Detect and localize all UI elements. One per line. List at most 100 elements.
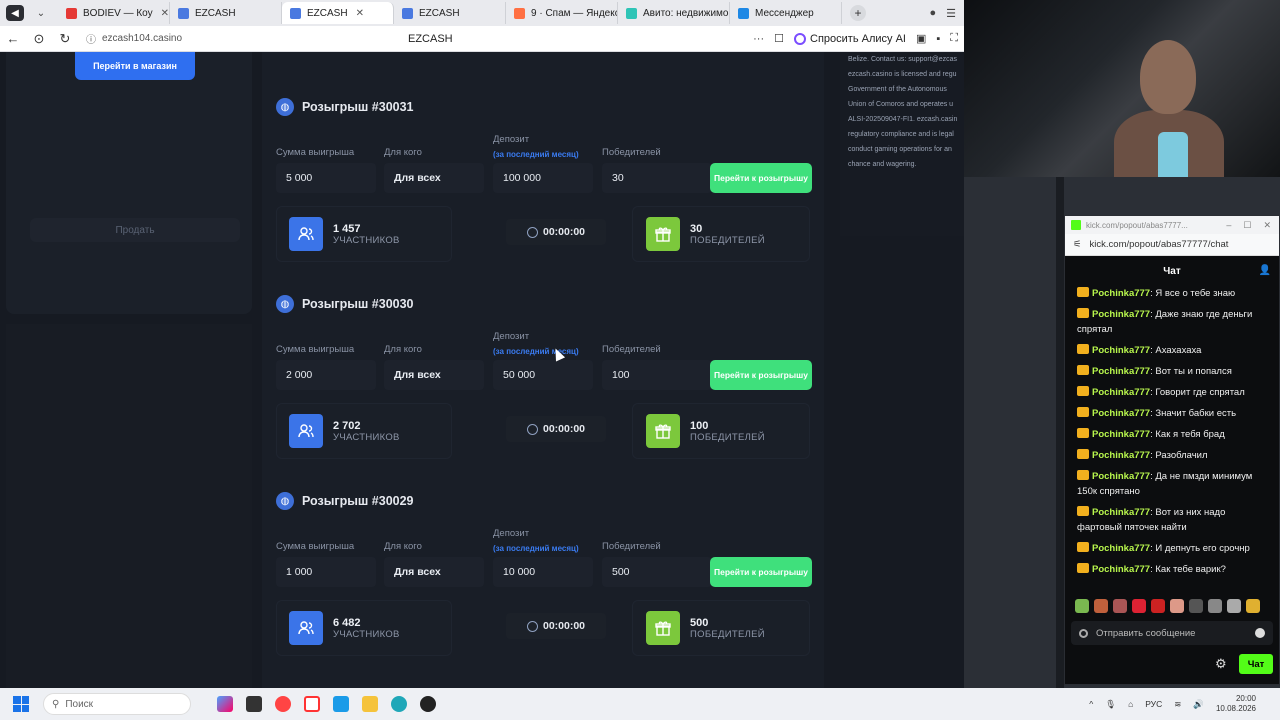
chat-username[interactable]: Pochinka777 xyxy=(1092,543,1150,554)
tab-favicon-icon xyxy=(626,7,637,19)
taskbar-search[interactable]: ⚲ Поиск xyxy=(43,693,191,715)
task-view-icon[interactable] xyxy=(246,696,262,712)
go-to-draw-button[interactable]: Перейти к розыгрышу xyxy=(710,163,812,193)
emote-icon[interactable] xyxy=(1189,599,1203,613)
license-line: Belize. Contact us: support@ezcas xyxy=(848,56,958,63)
browser-tab[interactable]: 9 · Спам — Яндекс П xyxy=(506,2,618,24)
tab-close-icon[interactable]: ✕ xyxy=(356,8,364,19)
alice-icon xyxy=(794,32,807,45)
users-icon xyxy=(289,217,323,251)
emote-icon[interactable] xyxy=(1075,599,1089,613)
chat-username[interactable]: Pochinka777 xyxy=(1092,450,1150,461)
copilot-icon[interactable] xyxy=(217,696,233,712)
maximize-icon[interactable]: ☐ xyxy=(1243,220,1251,231)
site-info-icon[interactable]: ⓘ xyxy=(86,31,96,46)
microphone-icon[interactable]: 🎙 xyxy=(1105,699,1116,710)
emote-icon[interactable] xyxy=(1208,599,1222,613)
tab-favicon-icon xyxy=(738,7,749,19)
browser-tab[interactable]: BODIEV — Коу ✕ xyxy=(58,2,170,24)
draw-header: ◍ Розыгрыш #30031 xyxy=(276,98,414,116)
app-icon[interactable] xyxy=(333,696,349,712)
close-icon[interactable]: ✕ xyxy=(1263,220,1271,231)
chat-username[interactable]: Pochinka777 xyxy=(1092,366,1150,377)
language-indicator[interactable]: РУС xyxy=(1145,699,1162,709)
minimize-icon[interactable]: – xyxy=(1226,220,1231,231)
url-field[interactable]: ⓘ ezcash104.casino xyxy=(86,31,182,46)
participants-stat: 2 702 УЧАСТНИКОВ xyxy=(289,406,400,456)
emote-icon[interactable] xyxy=(1113,599,1127,613)
chat-username[interactable]: Pochinka777 xyxy=(1092,309,1150,320)
record-icon[interactable] xyxy=(1079,628,1088,638)
bookmark-icon[interactable]: ☐ xyxy=(774,32,784,45)
url-text[interactable]: ezcash104.casino xyxy=(102,33,182,44)
prize-value: 1 000 xyxy=(276,557,376,587)
chat-input-placeholder[interactable]: Отправить сообщение xyxy=(1096,628,1195,639)
extension-icon[interactable]: ▣ xyxy=(916,32,926,45)
go-to-draw-button[interactable]: Перейти к розыгрышу xyxy=(710,557,812,587)
sell-button[interactable]: Продать xyxy=(30,218,240,242)
browser-tab[interactable]: EZCASH xyxy=(394,2,506,24)
tab-sync-icon[interactable]: ● xyxy=(929,7,936,19)
edge-icon[interactable] xyxy=(391,696,407,712)
emote-icon[interactable] xyxy=(1246,599,1260,613)
protect-icon[interactable]: ⊙ xyxy=(26,31,52,47)
page-title: EZCASH xyxy=(408,32,453,45)
winners-stat: 500 ПОБЕДИТЕЛЕЙ xyxy=(646,603,765,653)
file-explorer-icon[interactable] xyxy=(362,696,378,712)
sidebar-toggle-icon[interactable]: ◀ xyxy=(6,5,24,21)
windows-start-icon[interactable] xyxy=(13,696,29,712)
chat-username[interactable]: Pochinka777 xyxy=(1092,408,1150,419)
chat-username[interactable]: Pochinka777 xyxy=(1092,345,1150,356)
browser-tab[interactable]: EZCASH ✕ xyxy=(282,2,394,24)
emoji-icon[interactable] xyxy=(1255,628,1265,638)
network-icon[interactable]: ⌂ xyxy=(1128,699,1133,709)
obs-icon[interactable] xyxy=(420,696,436,712)
emote-icon[interactable] xyxy=(1227,599,1241,613)
chat-username[interactable]: Pochinka777 xyxy=(1092,288,1150,299)
license-line: Union of Comoros and operates u xyxy=(848,101,954,108)
browser-tab[interactable]: Мессенджер xyxy=(730,2,842,24)
wifi-icon[interactable]: ≋ xyxy=(1174,699,1181,710)
chat-send-button[interactable]: Чат xyxy=(1239,654,1273,674)
chat-users-icon[interactable]: 👤 xyxy=(1259,265,1271,276)
chat-message-input[interactable]: Отправить сообщение xyxy=(1071,621,1273,645)
volume-icon[interactable]: 🔊 xyxy=(1193,699,1204,710)
more-icon[interactable]: ··· xyxy=(753,33,764,45)
chat-username[interactable]: Pochinka777 xyxy=(1092,387,1150,398)
go-to-draw-button[interactable]: Перейти к розыгрышу xyxy=(710,360,812,390)
emote-icon[interactable] xyxy=(1094,599,1108,613)
participants-count: 6 482 xyxy=(333,616,361,629)
tab-close-icon[interactable]: ✕ xyxy=(161,8,169,19)
tray-chevron-icon[interactable]: ^ xyxy=(1089,699,1093,709)
chat-settings-gear-icon[interactable]: ⚙ xyxy=(1215,657,1229,671)
browser-tab[interactable]: EZCASH xyxy=(170,2,282,24)
chat-url[interactable]: kick.com/popout/abas77777/chat xyxy=(1090,239,1229,250)
go-to-shop-button[interactable]: Перейти в магазин xyxy=(75,52,195,80)
license-line: Government of the Autonomous xyxy=(848,86,947,93)
for-whom-label: Для кого xyxy=(384,147,422,158)
chrome-icon[interactable] xyxy=(275,696,291,712)
browser-tab[interactable]: Авито: недвижимост xyxy=(618,2,730,24)
chat-username[interactable]: Pochinka777 xyxy=(1092,429,1150,440)
chat-username[interactable]: Pochinka777 xyxy=(1092,507,1150,518)
chat-username[interactable]: Pochinka777 xyxy=(1092,564,1150,575)
tab-menu-icon[interactable]: ☰ xyxy=(946,7,956,20)
tab-label: BODIEV — Коу xyxy=(83,7,153,19)
clock[interactable]: 20:00 10.08.2026 xyxy=(1216,694,1256,714)
extension-2-icon[interactable]: ▪ xyxy=(936,33,940,45)
site-settings-icon[interactable]: ⚟ xyxy=(1073,239,1082,250)
new-tab-button[interactable]: + xyxy=(850,5,866,21)
ask-alice-button[interactable]: Спросить Алису AI xyxy=(794,32,906,45)
yandex-browser-icon[interactable] xyxy=(304,696,320,712)
taskbar-search-placeholder[interactable]: Поиск xyxy=(65,699,93,710)
tabs-dropdown-icon[interactable]: ⌄ xyxy=(30,3,52,23)
emote-icon[interactable] xyxy=(1151,599,1165,613)
screenshot-icon[interactable]: ⛶ xyxy=(950,32,958,45)
emote-icon[interactable] xyxy=(1132,599,1146,613)
chat-username[interactable]: Pochinka777 xyxy=(1092,471,1150,482)
chat-message: Pochinka777: Говорит где спрятал xyxy=(1077,385,1269,400)
participants-stat: 1 457 УЧАСТНИКОВ xyxy=(289,209,400,259)
emote-icon[interactable] xyxy=(1170,599,1184,613)
reload-button[interactable]: ↻ xyxy=(52,31,78,47)
back-button[interactable]: ← xyxy=(0,31,26,46)
